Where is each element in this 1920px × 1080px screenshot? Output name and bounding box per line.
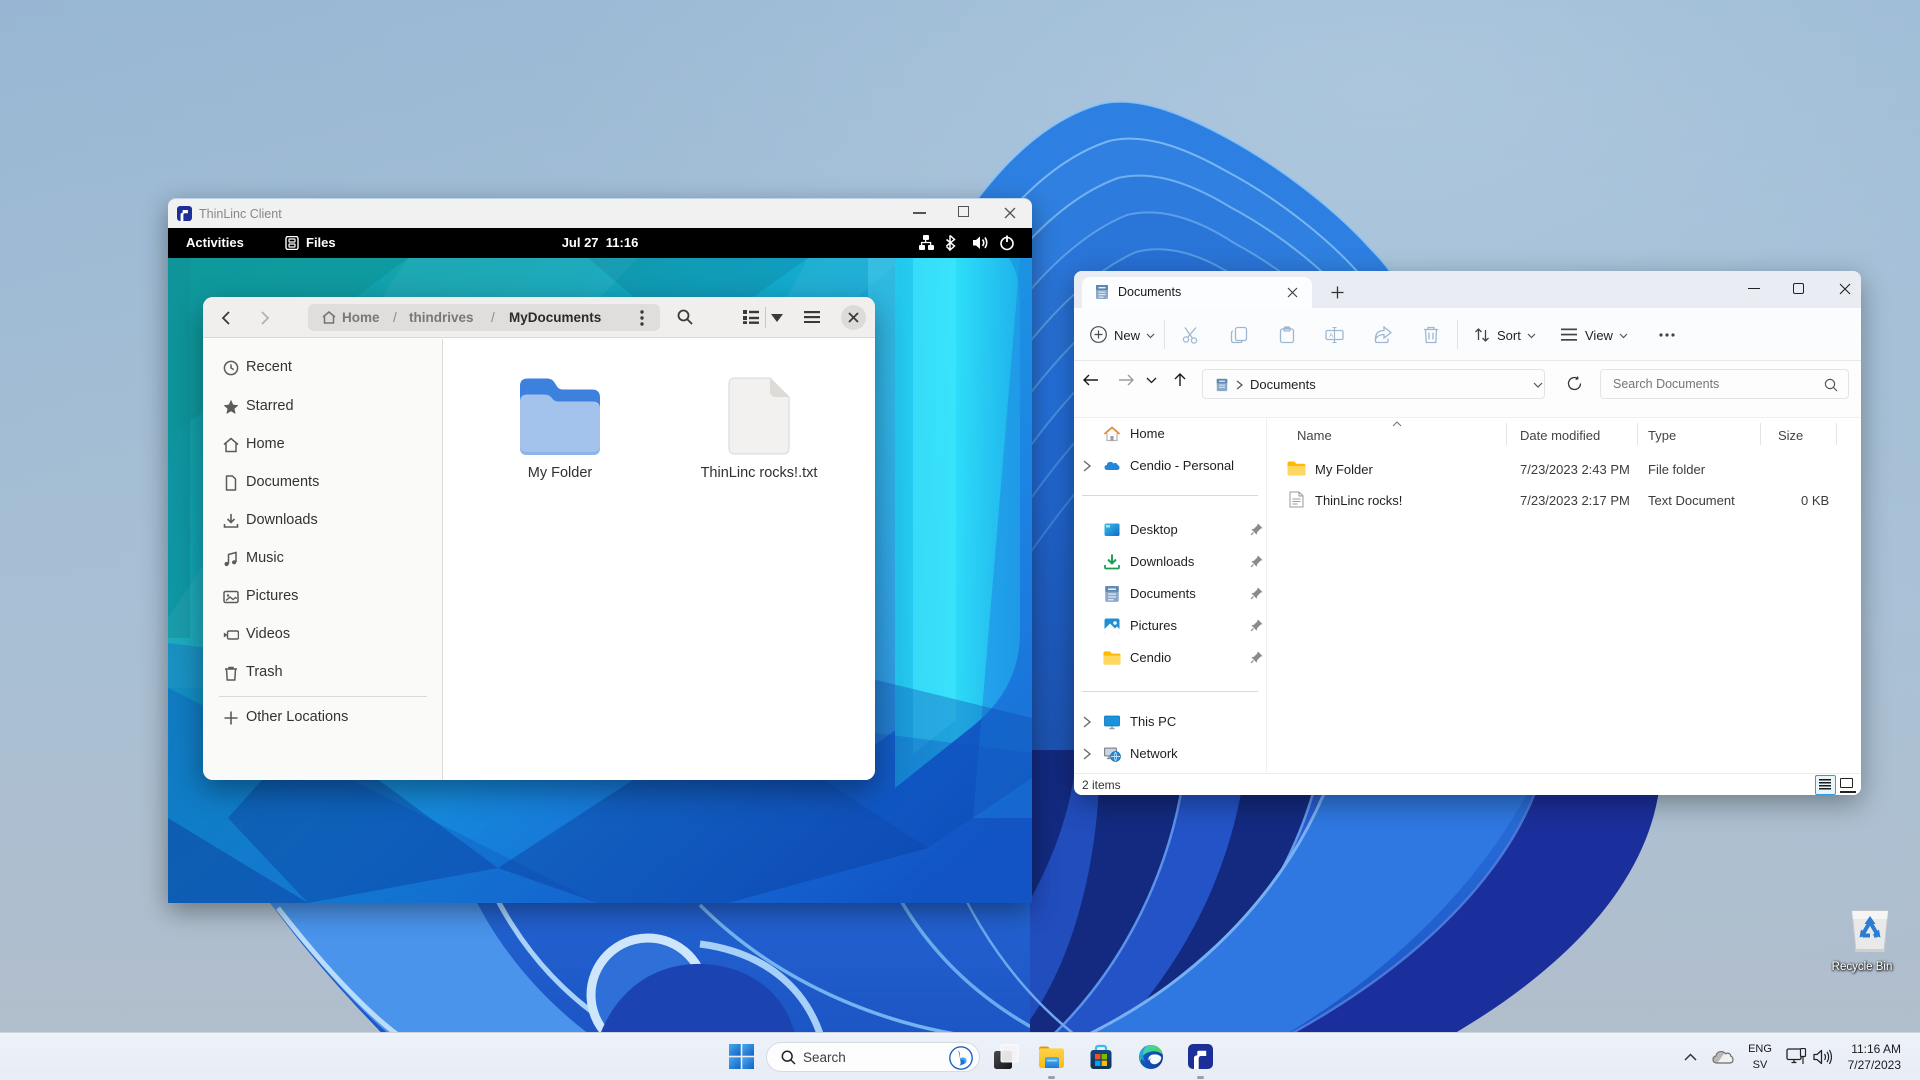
svg-text:A: A [1329, 333, 1334, 340]
